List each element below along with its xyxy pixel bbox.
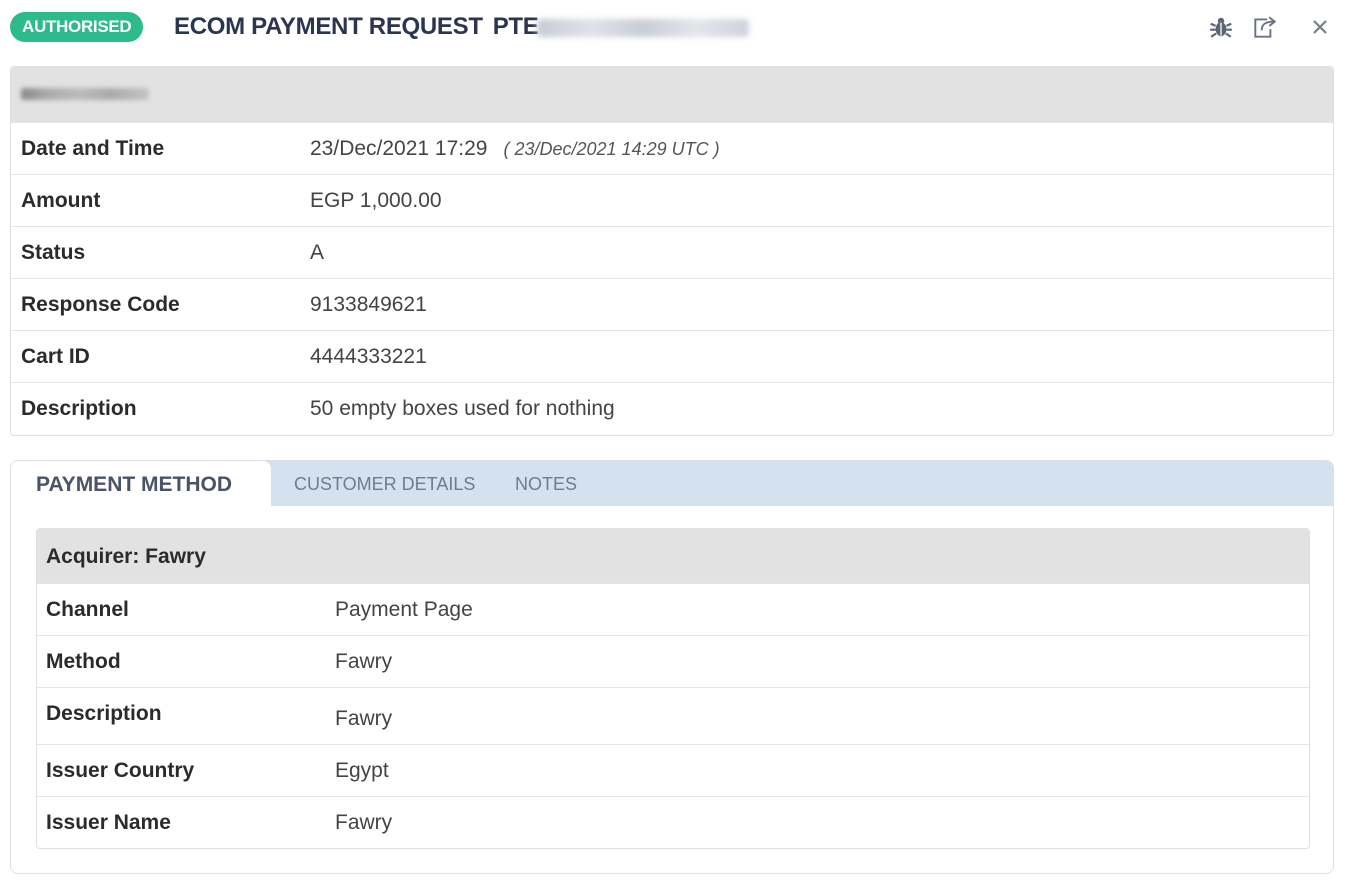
row-label: Cart ID <box>21 345 90 368</box>
tab-notes[interactable]: NOTES <box>515 461 577 506</box>
close-icon[interactable] <box>1305 12 1335 42</box>
row-value: EGP 1,000.00 <box>310 189 442 212</box>
row-value: 9133849621 <box>310 293 427 316</box>
tab-customer-details[interactable]: CUSTOMER DETAILS <box>294 461 475 506</box>
row-label: Channel <box>46 598 129 621</box>
close-glyph <box>1313 20 1327 34</box>
row-label: Method <box>46 650 121 673</box>
details-tabs-card: PAYMENT METHOD CUSTOMER DETAILS NOTES Ac… <box>10 460 1334 874</box>
payment-row-method: Method Fawry <box>37 635 1309 687</box>
summary-row-date: Date and Time 23/Dec/2021 17:29 ( 23/Dec/… <box>11 122 1333 174</box>
acquirer-header: Acquirer: Fawry <box>37 529 1309 583</box>
utc-datetime: ( 23/Dec/2021 14:29 UTC ) <box>503 139 720 159</box>
transaction-ref: PTE <box>493 12 749 42</box>
row-value: 23/Dec/2021 17:29 ( 23/Dec/2021 14:29 UTC… <box>310 123 720 175</box>
merchant-header <box>11 67 1333 122</box>
row-label: Description <box>21 397 137 420</box>
row-label: Issuer Name <box>46 811 171 834</box>
transaction-summary-card: Date and Time 23/Dec/2021 17:29 ( 23/Dec/… <box>10 66 1334 436</box>
payment-row-description: Description Fawry <box>37 687 1309 744</box>
redacted-merchant-name <box>21 88 149 100</box>
share-icon[interactable] <box>1250 12 1280 42</box>
row-label: Description <box>46 702 162 725</box>
tab-payment-method[interactable]: PAYMENT METHOD <box>11 461 271 506</box>
row-value: A <box>310 241 325 264</box>
row-value: Egypt <box>335 759 389 782</box>
transaction-header: AUTHORISED ECOM PAYMENT REQUEST PTE <box>0 0 1345 56</box>
redacted-ref-number <box>536 18 749 37</box>
summary-row-status: Status A <box>11 226 1333 278</box>
summary-row-amount: Amount EGP 1,000.00 <box>11 174 1333 226</box>
payment-row-issuer-country: Issuer Country Egypt <box>37 744 1309 796</box>
ref-prefix: PTE <box>492 13 539 40</box>
summary-row-description: Description 50 empty boxes used for noth… <box>11 382 1333 434</box>
row-label: Amount <box>21 189 101 212</box>
page-title: ECOM PAYMENT REQUEST PTE <box>174 12 749 42</box>
payment-row-channel: Channel Payment Page <box>37 583 1309 635</box>
row-value: Fawry <box>335 811 393 834</box>
row-label: Status <box>21 241 86 264</box>
tab-bar: PAYMENT METHOD CUSTOMER DETAILS NOTES <box>11 461 1333 506</box>
row-value: Fawry <box>335 707 393 730</box>
row-value: 4444333221 <box>310 345 427 368</box>
summary-row-response-code: Response Code 9133849621 <box>11 278 1333 330</box>
status-badge: AUTHORISED <box>10 12 144 42</box>
acquirer-label: Acquirer: Fawry <box>46 545 206 568</box>
row-value: 50 empty boxes used for nothing <box>310 397 615 420</box>
row-value: Payment Page <box>335 598 473 621</box>
bug-icon[interactable] <box>1206 12 1236 42</box>
row-value: Fawry <box>335 650 393 673</box>
payment-method-table: Acquirer: Fawry Channel Payment Page Met… <box>36 528 1310 849</box>
row-label: Date and Time <box>21 137 165 160</box>
title-text: ECOM PAYMENT REQUEST <box>174 13 483 40</box>
summary-row-cart-id: Cart ID 4444333221 <box>11 330 1333 382</box>
row-label: Issuer Country <box>46 759 195 782</box>
local-datetime: 23/Dec/2021 17:29 <box>310 137 488 160</box>
row-label: Response Code <box>21 293 180 316</box>
payment-row-issuer-name: Issuer Name Fawry <box>37 796 1309 848</box>
